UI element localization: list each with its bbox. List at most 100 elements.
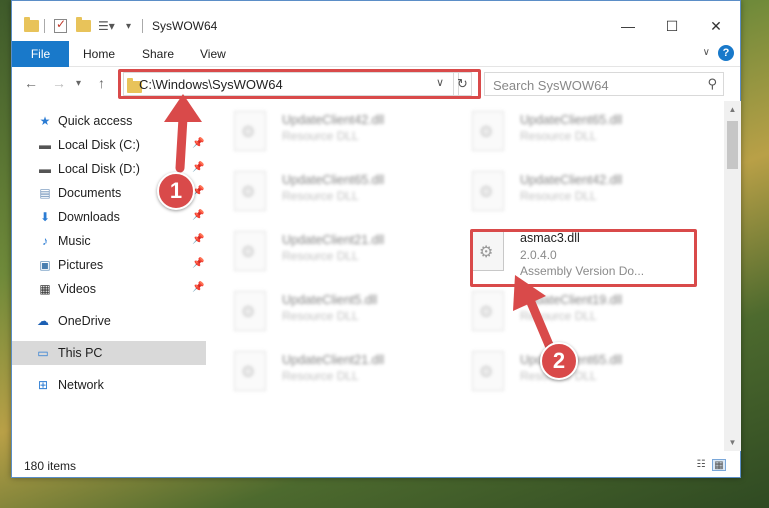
file-name: UpdateClient42.dll (520, 173, 623, 187)
file-item[interactable]: UpdateClient42.dll Resource DLL (448, 163, 668, 223)
file-item[interactable]: UpdateClient5.dll Resource DLL (210, 283, 430, 343)
dll-file-icon (234, 351, 266, 391)
sidebar-item-label: Music (58, 234, 91, 248)
pin-icon[interactable]: 📌 (192, 234, 204, 245)
file-item[interactable]: UpdateClient65.dll Resource DLL (210, 163, 430, 223)
tab-share[interactable]: Share (142, 41, 174, 67)
music-icon: ♪ (42, 234, 48, 248)
file-highlight-box (470, 229, 697, 287)
file-name: UpdateClient65.dll (520, 113, 623, 127)
maximize-button[interactable]: ☐ (650, 11, 694, 41)
address-highlight-box (118, 69, 481, 99)
close-button[interactable]: ✕ (694, 11, 738, 41)
sidebar-item-this-pc[interactable]: ▭ This PC (12, 341, 206, 365)
tab-home[interactable]: Home (83, 41, 115, 67)
sidebar-item-onedrive[interactable]: ☁ OneDrive (12, 309, 206, 333)
forward-arrow-icon[interactable]: → (52, 75, 66, 91)
chevron-down-icon[interactable]: ▾ (76, 78, 81, 89)
step-badge-2: 2 (540, 342, 578, 380)
new-folder-icon[interactable] (76, 17, 91, 35)
file-item[interactable]: UpdateClient19.dll Resource DLL (448, 283, 668, 343)
sidebar-item-label: Local Disk (C:) (58, 138, 140, 152)
pin-icon[interactable]: 📌 (192, 258, 204, 269)
help-icon[interactable]: ? (718, 45, 734, 61)
file-type: Resource DLL (282, 129, 359, 143)
file-name: UpdateClient19.dll (520, 293, 623, 307)
ribbon-tabs: File Home Share View ∨ ? (12, 41, 740, 67)
scroll-thumb[interactable] (727, 121, 738, 169)
file-item[interactable]: UpdateClient21.dll Resource DLL (210, 343, 430, 403)
back-arrow-icon[interactable]: ← (24, 75, 38, 91)
sidebar-item-label: OneDrive (58, 314, 111, 328)
sidebar-item-videos[interactable]: ▦ Videos 📌 (12, 277, 206, 301)
downloads-icon: ⬇ (39, 210, 51, 224)
window-title: SysWOW64 (152, 19, 218, 33)
sidebar-item-label: Local Disk (D:) (58, 162, 140, 176)
search-input[interactable]: Search SysWOW64 ⚲ (484, 72, 724, 96)
file-name: UpdateClient5.dll (282, 293, 378, 307)
sidebar-item-label: Network (58, 378, 104, 392)
separator (142, 17, 143, 35)
tab-view[interactable]: View (200, 41, 226, 67)
properties-icon[interactable] (54, 17, 67, 35)
sidebar-item-label: Pictures (58, 258, 104, 272)
file-type: Resource DLL (520, 309, 597, 323)
sidebar-item-label: Documents (58, 186, 122, 200)
file-name: UpdateClient42.dll (282, 113, 385, 127)
view-menu-icon[interactable]: ☰▾ (98, 17, 115, 35)
scroll-down-icon[interactable]: ▼ (724, 434, 741, 451)
file-name: UpdateClient21.dll (282, 233, 385, 247)
drive-icon: ▬ (39, 162, 51, 176)
pin-icon[interactable]: 📌 (192, 162, 204, 173)
navigation-pane: ★ Quick access ▬ Local Disk (C:) 📌 ▬ Loc… (12, 101, 210, 451)
sidebar-item-pictures[interactable]: ▣ Pictures 📌 (12, 253, 206, 277)
file-name: UpdateClient21.dll (282, 353, 385, 367)
file-name: UpdateClient65.dll (282, 173, 385, 187)
sidebar-item-local-disk-c[interactable]: ▬ Local Disk (C:) 📌 (12, 133, 206, 157)
file-type: Resource DLL (520, 129, 597, 143)
sidebar-item-music[interactable]: ♪ Music 📌 (12, 229, 206, 253)
folder-icon (24, 17, 39, 35)
tab-file[interactable]: File (12, 41, 69, 67)
file-item[interactable]: UpdateClient65.dll Resource DLL (448, 103, 668, 163)
cloud-icon: ☁ (37, 314, 49, 328)
drive-icon: ▬ (39, 138, 51, 152)
item-count: 180 items (24, 459, 77, 473)
sidebar-item-label: Quick access (58, 114, 133, 128)
sidebar-item-label: Videos (58, 282, 96, 296)
file-type: Resource DLL (282, 249, 359, 263)
dll-file-icon (472, 351, 504, 391)
documents-icon: ▤ (39, 186, 51, 200)
file-type: Resource DLL (282, 369, 359, 383)
file-item[interactable]: UpdateClient42.dll Resource DLL (210, 103, 430, 163)
vertical-scrollbar[interactable]: ▲ ▼ (724, 101, 741, 451)
separator (44, 17, 45, 35)
computer-icon: ▭ (37, 346, 49, 360)
dll-file-icon (234, 171, 266, 211)
customize-toolbar-icon[interactable]: ▾ (126, 17, 131, 35)
dll-file-icon (472, 111, 504, 151)
details-view-icon[interactable]: ☷ (694, 459, 708, 471)
pin-icon[interactable]: 📌 (192, 282, 204, 293)
file-type: Resource DLL (520, 189, 597, 203)
dll-file-icon (234, 291, 266, 331)
sidebar-item-network[interactable]: ⊞ Network (12, 373, 206, 397)
sidebar-item-quick-access[interactable]: ★ Quick access (12, 109, 206, 133)
scroll-up-icon[interactable]: ▲ (724, 101, 741, 118)
status-bar: 180 items ☷ ▦ (12, 451, 740, 477)
search-placeholder: Search SysWOW64 (493, 78, 609, 93)
up-arrow-icon[interactable]: ↑ (98, 75, 105, 91)
explorer-window: ☰▾ ▾ SysWOW64 — ☐ ✕ File Home Share View… (11, 0, 741, 478)
videos-icon: ▦ (39, 282, 51, 296)
dll-file-icon (472, 171, 504, 211)
pin-icon[interactable]: 📌 (192, 210, 204, 221)
pin-icon[interactable]: 📌 (192, 138, 204, 149)
minimize-button[interactable]: — (606, 11, 650, 41)
expand-ribbon-icon[interactable]: ∨ (703, 47, 710, 58)
file-item[interactable]: UpdateClient21.dll Resource DLL (210, 223, 430, 283)
tiles-view-icon[interactable]: ▦ (712, 459, 726, 471)
search-icon[interactable]: ⚲ (707, 76, 717, 92)
sidebar-item-label: This PC (58, 346, 103, 360)
dll-file-icon (234, 231, 266, 271)
navigation-bar: ← → ▾ ↑ C:\Windows\SysWOW64 ∨ ↻ Search S… (12, 67, 740, 101)
